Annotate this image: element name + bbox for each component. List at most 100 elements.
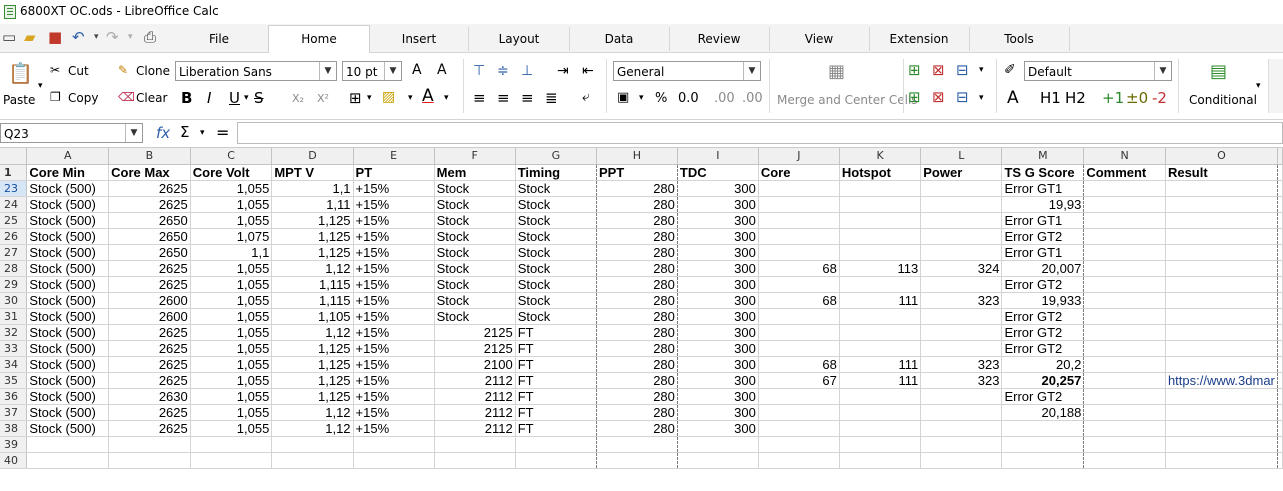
cell[interactable]	[839, 244, 922, 261]
cell[interactable]: 1,055	[190, 196, 273, 213]
merge-center-button[interactable]: Merge and Center Cells	[777, 93, 918, 107]
cell[interactable]: 280	[596, 404, 678, 421]
cell[interactable]	[1083, 436, 1166, 453]
highlight-dropdown-icon[interactable]: ▾	[408, 93, 413, 103]
cell[interactable]: 1,125	[271, 340, 354, 357]
cell[interactable]: 280	[596, 340, 678, 357]
cell[interactable]	[758, 340, 840, 357]
cell[interactable]: +15%	[353, 180, 435, 197]
cell[interactable]	[1277, 340, 1283, 357]
cell[interactable]: 2600	[108, 292, 191, 309]
cell[interactable]: 2625	[108, 372, 191, 389]
cell[interactable]	[434, 452, 516, 469]
cell[interactable]: Stock (500)	[26, 372, 110, 389]
cell[interactable]	[839, 196, 922, 213]
cell[interactable]	[758, 436, 840, 453]
align-top-icon[interactable]: ⊤	[473, 63, 485, 79]
sum-dropdown-icon[interactable]: ▾	[200, 128, 205, 138]
align-middle-icon[interactable]: ≑	[497, 63, 509, 79]
cell[interactable]	[920, 244, 1003, 261]
cell[interactable]: 1,12	[271, 404, 354, 421]
row-header[interactable]: 29	[0, 276, 28, 293]
cell[interactable]: 2625	[108, 196, 191, 213]
cell[interactable]	[271, 452, 354, 469]
cell[interactable]	[1277, 164, 1283, 181]
cell[interactable]: Hotspot	[839, 164, 922, 181]
cell[interactable]	[758, 452, 840, 469]
cell[interactable]: 68	[758, 356, 840, 373]
cell[interactable]	[1083, 372, 1166, 389]
cell[interactable]: 280	[596, 180, 678, 197]
cell[interactable]: 1,12	[271, 260, 354, 277]
increase-indent-icon[interactable]: ⇥	[557, 63, 569, 79]
cell[interactable]	[758, 404, 840, 421]
cell[interactable]: 300	[677, 180, 759, 197]
cell[interactable]: 1,055	[190, 372, 273, 389]
cell[interactable]	[1165, 196, 1279, 213]
cell[interactable]	[677, 436, 759, 453]
column-header[interactable]: F	[434, 148, 516, 165]
cell[interactable]: 280	[596, 196, 678, 213]
row-header[interactable]: 36	[0, 388, 28, 405]
column-header[interactable]: D	[271, 148, 354, 165]
column-header[interactable]: K	[839, 148, 922, 165]
cell[interactable]: 1,115	[271, 292, 354, 309]
cell[interactable]: +15%	[353, 276, 435, 293]
cell[interactable]: PPT	[596, 164, 678, 181]
paste-icon[interactable]: 📋	[8, 61, 33, 85]
cell[interactable]	[1083, 356, 1166, 373]
ribbon-scrollbar[interactable]	[1268, 59, 1283, 113]
styles-icon[interactable]: ✐	[1004, 62, 1016, 78]
cell[interactable]: Stock (500)	[26, 340, 110, 357]
clone-icon[interactable]: ✎	[118, 63, 128, 77]
cell[interactable]	[1277, 404, 1283, 421]
cell[interactable]: 2625	[108, 356, 191, 373]
cell[interactable]: 300	[677, 228, 759, 245]
cell[interactable]: +15%	[353, 388, 435, 405]
number-format-select[interactable]: General ▼	[613, 61, 761, 81]
cell[interactable]	[1083, 276, 1166, 293]
italic-button[interactable]: I	[207, 89, 211, 107]
cell[interactable]	[1083, 228, 1166, 245]
row-header[interactable]: 32	[0, 324, 28, 341]
cell[interactable]	[758, 276, 840, 293]
print-icon[interactable]: ⎙	[144, 28, 156, 48]
cell[interactable]: 1,055	[190, 308, 273, 325]
column-header[interactable]	[1277, 148, 1283, 165]
cell[interactable]: 68	[758, 292, 840, 309]
cell[interactable]: 1,1	[271, 180, 354, 197]
cell[interactable]	[1277, 372, 1283, 389]
good-style-button[interactable]: +1	[1102, 89, 1124, 107]
cell[interactable]: Stock (500)	[26, 260, 110, 277]
cell[interactable]	[1277, 212, 1283, 229]
cell[interactable]	[1165, 340, 1279, 357]
heading1-button[interactable]: H1	[1040, 89, 1061, 107]
cell[interactable]	[920, 388, 1003, 405]
cell[interactable]: 300	[677, 420, 759, 437]
name-box[interactable]: Q23 ▼	[0, 123, 143, 143]
cell[interactable]: Stock	[515, 260, 597, 277]
cell[interactable]: +15%	[353, 324, 435, 341]
column-header[interactable]: E	[353, 148, 435, 165]
cell[interactable]	[1083, 388, 1166, 405]
column-header[interactable]: J	[758, 148, 840, 165]
column-header[interactable]: O	[1165, 148, 1279, 165]
cell[interactable]: 2650	[108, 212, 191, 229]
redo-icon[interactable]: ↷	[106, 28, 119, 48]
cell[interactable]	[920, 404, 1003, 421]
cell[interactable]: 2625	[108, 260, 191, 277]
cell[interactable]: 67	[758, 372, 840, 389]
cell[interactable]: 20,2	[1001, 356, 1085, 373]
cell[interactable]	[190, 436, 273, 453]
cell[interactable]: Error GT1	[1001, 180, 1085, 197]
cell[interactable]: Error GT1	[1001, 244, 1085, 261]
cell[interactable]	[1165, 292, 1279, 309]
cell[interactable]: 1,125	[271, 228, 354, 245]
cell[interactable]: 19,933	[1001, 292, 1085, 309]
neutral-style-button[interactable]: ±0	[1126, 89, 1148, 107]
cell[interactable]: Power	[920, 164, 1003, 181]
cell[interactable]: +15%	[353, 340, 435, 357]
cell[interactable]: 300	[677, 196, 759, 213]
cell[interactable]	[271, 436, 354, 453]
cell[interactable]: 300	[677, 388, 759, 405]
